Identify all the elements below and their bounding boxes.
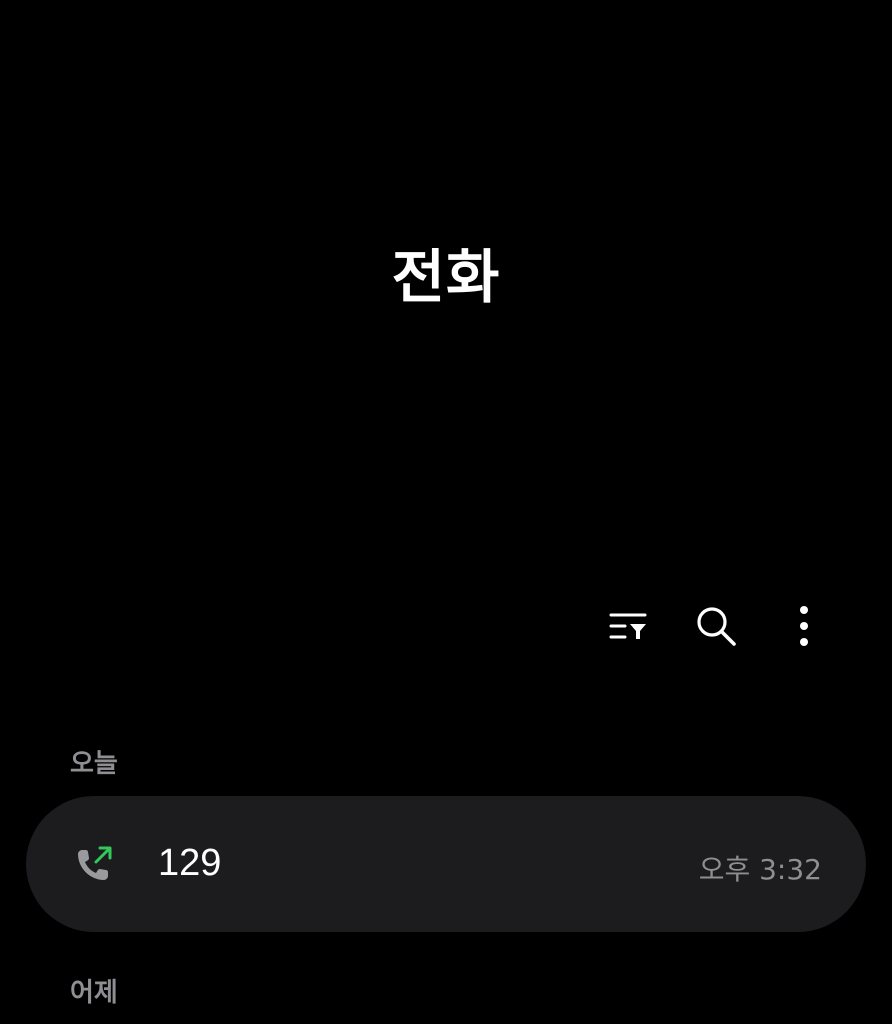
filter-button[interactable]: [600, 598, 656, 654]
page-title: 전화: [391, 243, 501, 311]
section-header-yesterday: 어제: [70, 978, 118, 1008]
outgoing-call-icon: [78, 846, 112, 880]
search-icon: [697, 607, 736, 646]
more-options-button[interactable]: [776, 598, 832, 654]
filter-list-icon: [609, 613, 647, 639]
more-vertical-icon: [800, 606, 808, 646]
section-header-today: 오늘: [70, 749, 118, 779]
call-number: 129: [158, 842, 222, 884]
call-time: 오후 3:32: [698, 853, 822, 886]
toolbar: [568, 598, 832, 654]
call-log-item[interactable]: 129 오후 3:32: [26, 796, 866, 932]
search-button[interactable]: [688, 598, 744, 654]
